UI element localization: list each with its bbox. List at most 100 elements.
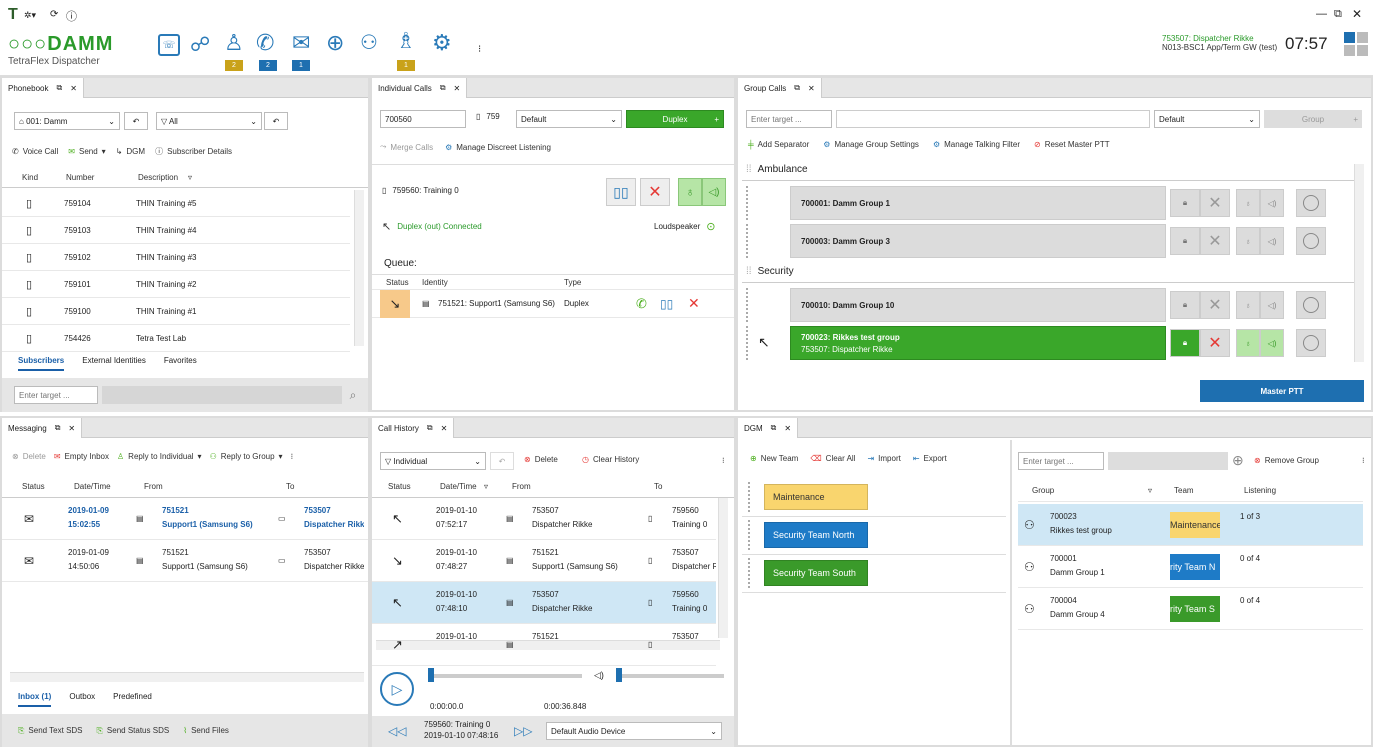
mic-button[interactable]: ♁ bbox=[678, 178, 702, 206]
clear-history-button[interactable]: ◷ Clear History bbox=[582, 455, 639, 464]
mic-button[interactable]: ♁ bbox=[1236, 329, 1260, 357]
settings-mini-icon[interactable]: ✲▾ bbox=[24, 10, 36, 21]
close-tab-icon[interactable]: ✕ bbox=[68, 424, 75, 433]
overflow-icon[interactable]: ⁝ bbox=[478, 44, 481, 55]
speaker-button[interactable]: ◁) bbox=[1260, 291, 1284, 319]
org-select[interactable]: ⌂ 001: Damm ⌄ bbox=[14, 112, 120, 130]
drag-handle-icon[interactable] bbox=[748, 482, 752, 512]
org-back-button[interactable]: ↶ bbox=[124, 112, 148, 130]
seek-bar[interactable] bbox=[428, 674, 582, 678]
section-security[interactable]: ⁞⁞ Security bbox=[746, 266, 794, 277]
info-icon[interactable]: ⓘ bbox=[66, 8, 77, 24]
minimize-button[interactable]: — bbox=[1316, 8, 1327, 20]
master-ptt-button[interactable]: Master PTT bbox=[1200, 380, 1364, 402]
section-ambulance[interactable]: ⁞⁞ Ambulance bbox=[746, 164, 808, 175]
merge-calls-button[interactable]: ⤳ Merge Calls bbox=[380, 142, 433, 152]
lock-button[interactable]: 🔒︎ bbox=[1170, 227, 1200, 255]
reset-master-ptt-button[interactable]: ⊘ Reset Master PTT bbox=[1034, 140, 1110, 149]
nav-globe-icon[interactable]: ⊕ bbox=[326, 30, 344, 56]
prev-icon[interactable]: ◁◁ bbox=[388, 724, 406, 738]
dgm-target-input[interactable] bbox=[1018, 452, 1104, 470]
tab-messaging[interactable]: Messaging ⧉ ✕ bbox=[2, 418, 83, 438]
group-row-700023[interactable]: 700023: Rikkes test group 753507: Dispatc… bbox=[790, 326, 1166, 360]
add-group-icon[interactable]: ⊕ bbox=[1232, 452, 1244, 469]
subtab-inbox[interactable]: Inbox (1) bbox=[18, 692, 52, 707]
nav-phonebook-icon[interactable]: ☏ bbox=[158, 34, 180, 56]
group-row-700010[interactable]: 700010: Damm Group 10 bbox=[790, 288, 1166, 322]
reject-icon[interactable]: ✕ bbox=[688, 295, 700, 312]
drag-handle-icon[interactable]: ⁞⁞ bbox=[746, 266, 752, 277]
send-files-button[interactable]: ⌇ Send Files bbox=[183, 726, 229, 735]
queue-row[interactable]: ↘ ▤ 751521: Support1 (Samsung S6) Duplex… bbox=[372, 290, 734, 318]
end-group-call-button[interactable]: ✕ bbox=[1200, 189, 1230, 217]
remove-group-button[interactable]: ⊗ Remove Group bbox=[1254, 456, 1319, 465]
group-profile-select[interactable]: Default ⌄ bbox=[1154, 110, 1260, 128]
profile-select[interactable]: Default ⌄ bbox=[516, 110, 622, 128]
speaker-button[interactable]: ◁) bbox=[702, 178, 726, 206]
tab-call-history[interactable]: Call History ⧉ ✕ bbox=[372, 418, 455, 438]
close-tab-icon[interactable]: ✕ bbox=[70, 84, 77, 93]
ptt-circle-button[interactable] bbox=[1296, 291, 1326, 319]
tab-individual-calls[interactable]: Individual Calls ⧉ ✕ bbox=[372, 78, 468, 98]
drag-handle-icon[interactable]: ⁞⁞ bbox=[746, 164, 752, 175]
nav-settings-icon[interactable]: ⚙ bbox=[432, 30, 452, 56]
hold-button[interactable]: ▯▯ bbox=[606, 178, 636, 206]
drag-handle-icon[interactable] bbox=[746, 186, 750, 220]
dgm-button[interactable]: ↳ DGM bbox=[116, 147, 145, 156]
popout-icon[interactable]: ⧉ bbox=[771, 423, 777, 433]
subtab-favorites[interactable]: Favorites bbox=[164, 356, 197, 371]
history-scrollbar[interactable] bbox=[718, 498, 728, 638]
play-button[interactable]: ▷ bbox=[380, 672, 414, 706]
ptt-circle-button[interactable] bbox=[1296, 329, 1326, 357]
nav-call-icon[interactable]: ✆ bbox=[256, 30, 274, 56]
popout-icon[interactable]: ⧉ bbox=[794, 83, 800, 93]
nav-message-icon[interactable]: ✉ bbox=[292, 30, 310, 56]
col-description[interactable]: Description bbox=[138, 173, 178, 182]
group-target-input[interactable] bbox=[746, 110, 832, 128]
volume-bar[interactable] bbox=[616, 674, 724, 678]
filter-icon[interactable]: ▿ bbox=[484, 482, 488, 491]
export-button[interactable]: ⇤ Export bbox=[913, 454, 947, 463]
speaker-button[interactable]: ◁) bbox=[1260, 227, 1284, 255]
popout-icon[interactable]: ⧉ bbox=[427, 423, 433, 433]
group-settings-button[interactable]: ⚙ Manage Group Settings bbox=[823, 140, 919, 149]
reply-individual-button[interactable]: ♙ Reply to Individual ▾ bbox=[117, 452, 202, 461]
answer-icon[interactable]: ✆ bbox=[636, 296, 647, 312]
end-group-call-button[interactable]: ✕ bbox=[1200, 291, 1230, 319]
filter-back-button[interactable]: ↶ bbox=[264, 112, 288, 130]
team-item[interactable]: Maintenance bbox=[764, 484, 868, 510]
audio-device-select[interactable]: Default Audio Device ⌄ bbox=[546, 722, 722, 740]
empty-inbox-button[interactable]: ✉ Empty Inbox bbox=[54, 452, 109, 461]
mic-button[interactable]: ♁ bbox=[1236, 227, 1260, 255]
overflow-icon[interactable]: ⁝ bbox=[1362, 456, 1365, 465]
delete-message-button[interactable]: ⊗ Delete bbox=[12, 452, 46, 461]
send-status-sds-button[interactable]: ⎘ Send Status SDS bbox=[97, 726, 170, 736]
new-team-button[interactable]: ⊕ New Team bbox=[750, 454, 798, 463]
table-row[interactable]: ⚇ 700023 Rikkes test group Maintenance 1… bbox=[1018, 504, 1363, 546]
voice-call-button[interactable]: ✆ Voice Call bbox=[12, 147, 58, 156]
subtab-external[interactable]: External Identities bbox=[82, 356, 146, 371]
drag-handle-icon[interactable] bbox=[746, 224, 750, 258]
hangup-button[interactable]: ✕ bbox=[640, 178, 670, 206]
individual-target-input[interactable] bbox=[380, 110, 466, 128]
history-delete-button[interactable]: ⊗ Delete bbox=[524, 455, 558, 464]
popout-icon[interactable]: ⧉ bbox=[56, 83, 62, 93]
phonebook-target-input[interactable] bbox=[14, 386, 98, 404]
close-button[interactable]: ✕ bbox=[1352, 7, 1362, 21]
table-row[interactable]: ✉ 2019-01-09 15:02:55 ▤ 751521 Support1 … bbox=[2, 498, 368, 540]
layout-grid-icon[interactable] bbox=[1344, 32, 1368, 56]
nav-person-icon[interactable]: ♙ bbox=[224, 30, 244, 56]
close-tab-icon[interactable]: ✕ bbox=[441, 424, 448, 433]
table-row[interactable]: ✉ 2019-01-09 14:50:06 ▤ 751521 Support1 … bbox=[2, 540, 368, 582]
table-row[interactable]: ⚇ 700004 Damm Group 4 rity Team S 0 of 4 bbox=[1018, 588, 1363, 630]
volume-thumb[interactable] bbox=[616, 668, 622, 682]
overflow-icon[interactable]: ⁝ bbox=[291, 452, 294, 461]
close-tab-icon[interactable]: ✕ bbox=[808, 84, 815, 93]
ptt-circle-button[interactable] bbox=[1296, 227, 1326, 255]
add-separator-button[interactable]: ╪ Add Separator bbox=[748, 140, 809, 149]
mic-button[interactable]: ♁ bbox=[1236, 291, 1260, 319]
col-group[interactable]: Group bbox=[1032, 486, 1054, 495]
speaker-button[interactable]: ◁) bbox=[1260, 189, 1284, 217]
group-scrollbar[interactable] bbox=[1354, 164, 1364, 362]
reply-group-button[interactable]: ⚇ Reply to Group ▾ bbox=[210, 452, 283, 461]
